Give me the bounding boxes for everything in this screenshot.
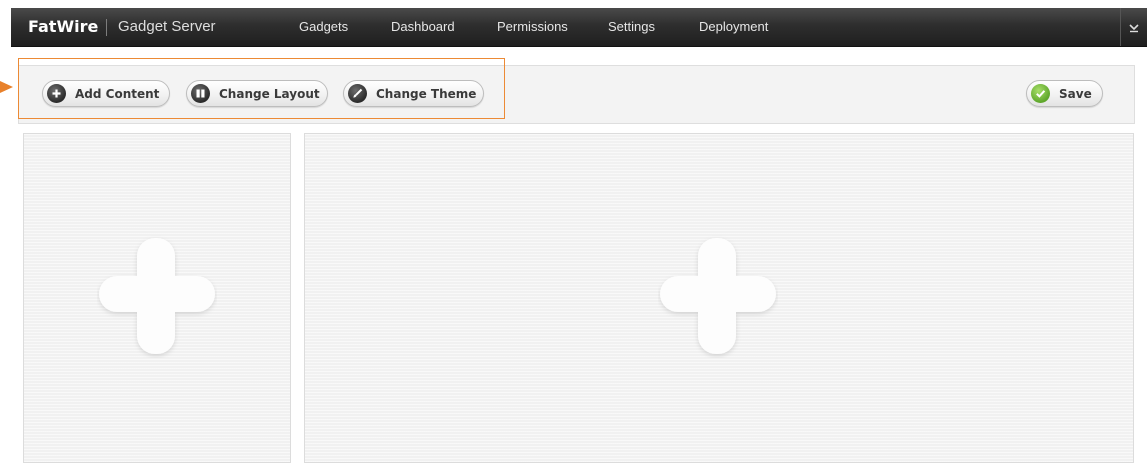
nav-deployment[interactable]: Deployment bbox=[699, 8, 768, 46]
left-column-panel bbox=[23, 133, 291, 463]
plus-icon[interactable] bbox=[658, 234, 778, 358]
columns-icon bbox=[191, 84, 210, 103]
top-navigation-bar: FatWire Gadget Server Gadgets Dashboard … bbox=[11, 8, 1147, 47]
plus-circle-icon bbox=[47, 84, 66, 103]
menu-toggle-button[interactable] bbox=[1120, 8, 1147, 46]
nav-permissions[interactable]: Permissions bbox=[497, 8, 568, 46]
nav-settings[interactable]: Settings bbox=[608, 8, 655, 46]
brand-logo: FatWire bbox=[28, 17, 99, 36]
change-layout-button[interactable]: Change Layout bbox=[186, 80, 328, 107]
plus-icon[interactable] bbox=[97, 234, 217, 358]
add-content-label: Add Content bbox=[75, 86, 160, 101]
main-column-panel bbox=[304, 133, 1134, 463]
save-button[interactable]: Save bbox=[1026, 80, 1103, 107]
annotation-arrow bbox=[0, 81, 13, 93]
checkmark-icon bbox=[1031, 84, 1050, 103]
chevron-down-icon bbox=[1129, 24, 1139, 33]
nav-dashboard[interactable]: Dashboard bbox=[391, 8, 455, 46]
brush-icon bbox=[348, 84, 367, 103]
change-theme-label: Change Theme bbox=[376, 86, 477, 101]
nav-gadgets[interactable]: Gadgets bbox=[299, 8, 348, 46]
change-theme-button[interactable]: Change Theme bbox=[343, 80, 484, 107]
brand-divider bbox=[106, 19, 107, 36]
product-name: Gadget Server bbox=[118, 18, 216, 35]
add-content-button[interactable]: Add Content bbox=[42, 80, 170, 107]
change-layout-label: Change Layout bbox=[219, 86, 320, 101]
save-label: Save bbox=[1059, 86, 1092, 101]
